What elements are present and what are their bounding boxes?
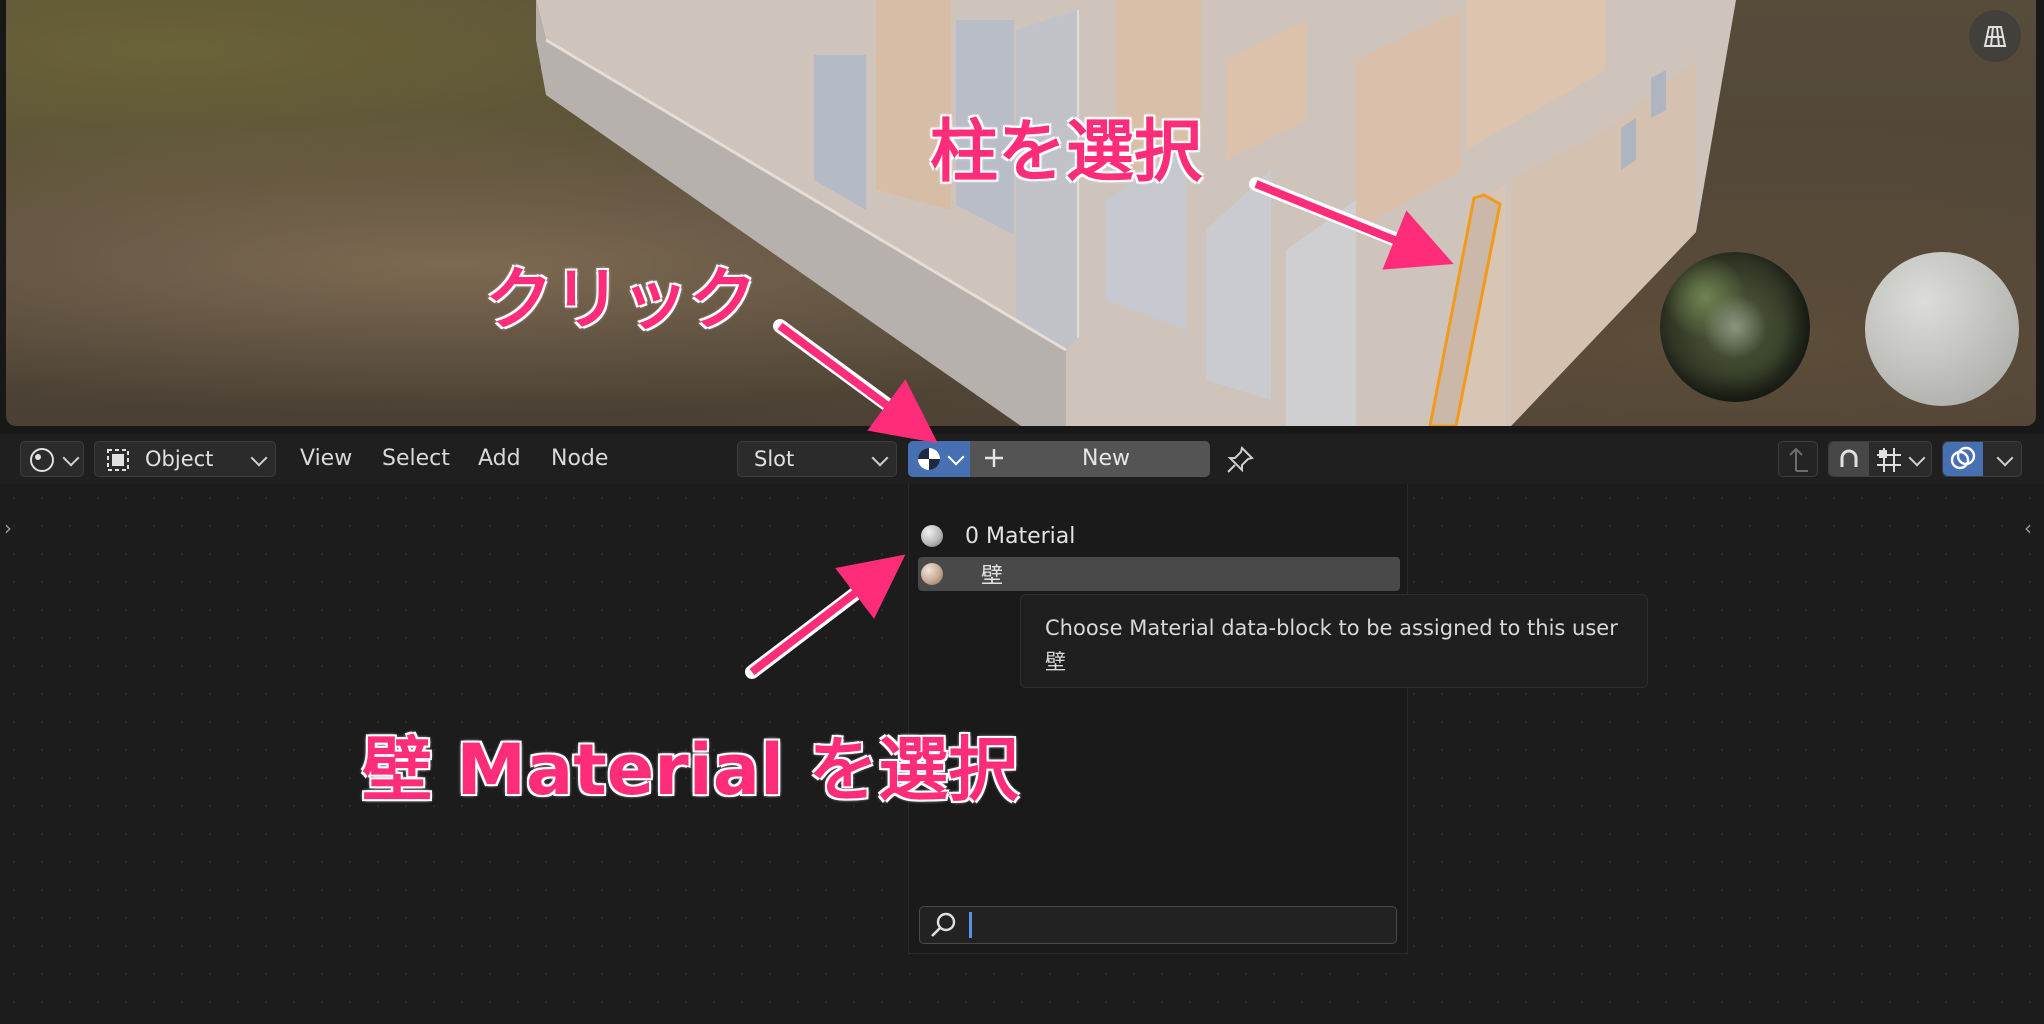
- chevron-down-icon: [947, 448, 965, 466]
- shader-editor-header: Object View Select Add Node Slot New: [0, 434, 2044, 484]
- search-icon: [928, 911, 958, 943]
- snap-magnet-icon[interactable]: [1829, 442, 1869, 476]
- annotation-click: クリック: [485, 261, 758, 340]
- tooltip: Choose Material data-block to be assigne…: [1020, 594, 1648, 688]
- menu-add[interactable]: Add: [478, 444, 521, 474]
- slot-label: Slot: [754, 447, 795, 471]
- snapping-group[interactable]: [1828, 441, 1932, 477]
- tooltip-value: 壁: [1045, 650, 1066, 674]
- editor-type-button[interactable]: [20, 441, 84, 477]
- pin-icon[interactable]: [1224, 444, 1256, 480]
- chevron-down-icon: [1996, 449, 2014, 467]
- hdri-sphere: [1660, 252, 1810, 402]
- 3d-viewport[interactable]: [6, 0, 2036, 426]
- object-mode-label: Object: [145, 447, 214, 471]
- text-cursor: [969, 912, 972, 938]
- toolbar-expand-icon[interactable]: ›: [4, 516, 12, 540]
- object-mode-dropdown[interactable]: Object: [94, 441, 276, 477]
- new-label: New: [1082, 446, 1130, 471]
- material-swatch-icon: [921, 525, 943, 547]
- annotation-select-wall: 壁 Material を選択: [362, 729, 1019, 811]
- plus-icon: [982, 446, 1006, 476]
- snap-grid-icon: [1875, 446, 1903, 478]
- shader-editor-icon: [29, 447, 55, 478]
- menu-select[interactable]: Select: [382, 444, 450, 474]
- material-swatch-icon: [921, 563, 943, 585]
- annotation-select-pillar: 柱を選択: [930, 113, 1203, 192]
- chevron-down-icon: [871, 449, 889, 467]
- matte-sphere: [1865, 252, 2019, 406]
- sidebar-expand-icon[interactable]: ‹: [2024, 516, 2032, 540]
- object-icon: [105, 447, 131, 478]
- material-item-wall[interactable]: 壁: [918, 557, 1400, 591]
- arrow-up-icon: [1786, 445, 1812, 477]
- overlays-group[interactable]: [1942, 441, 2022, 477]
- menu-view[interactable]: View: [300, 444, 352, 474]
- browse-material-button[interactable]: [908, 441, 970, 477]
- parent-node-tree-button[interactable]: [1778, 441, 1818, 477]
- chevron-down-icon: [250, 449, 268, 467]
- material-item-0[interactable]: 0 Material: [918, 519, 1400, 553]
- material-sphere-icon: [916, 446, 942, 476]
- material-item-label: 壁: [981, 564, 1004, 589]
- slot-dropdown[interactable]: Slot: [737, 441, 897, 477]
- new-material-button[interactable]: New: [970, 441, 1210, 477]
- tooltip-description: Choose Material data-block to be assigne…: [1045, 616, 1618, 640]
- menu-node[interactable]: Node: [551, 444, 608, 474]
- material-search-input[interactable]: [919, 906, 1397, 944]
- chevron-down-icon: [62, 449, 80, 467]
- overlays-icon[interactable]: [1943, 442, 1983, 476]
- chevron-down-icon: [1908, 449, 1926, 467]
- material-item-label: 0 Material: [965, 523, 1076, 549]
- perspective-grid-icon[interactable]: [1969, 10, 2021, 62]
